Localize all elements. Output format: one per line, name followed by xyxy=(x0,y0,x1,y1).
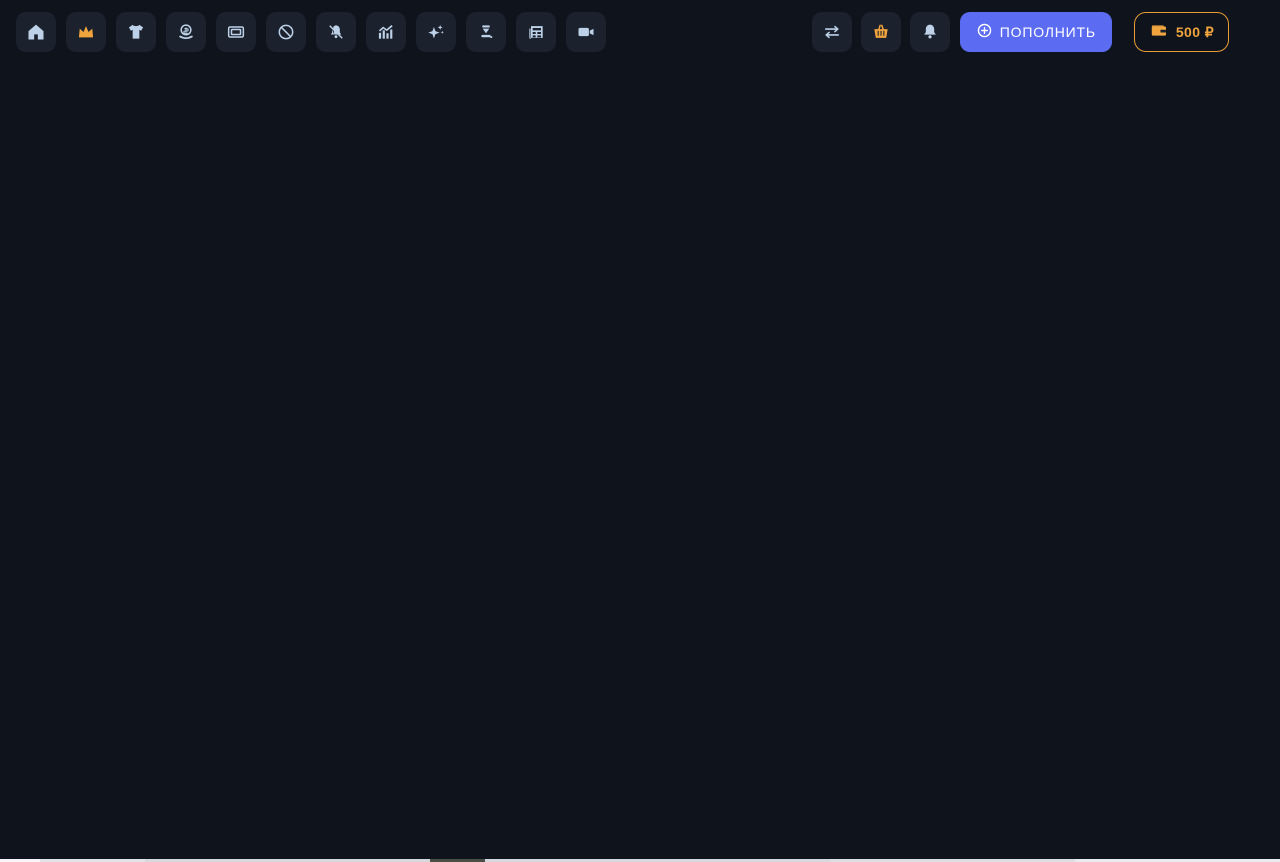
nav-home-button[interactable] xyxy=(16,12,56,52)
nav-block-button[interactable] xyxy=(266,12,306,52)
transfer-button[interactable] xyxy=(811,12,852,52)
chart-icon xyxy=(376,22,396,42)
nav-stats-button[interactable] xyxy=(366,12,406,52)
video-camera-icon xyxy=(576,22,596,42)
crown-icon xyxy=(76,22,96,42)
wallet-icon xyxy=(1149,21,1168,43)
sparkles-icon xyxy=(426,22,446,42)
home-icon xyxy=(26,22,46,42)
nav-premium-button[interactable] xyxy=(66,12,106,52)
shirt-icon xyxy=(126,22,146,42)
basket-button[interactable] xyxy=(860,12,901,52)
nav-icon-group xyxy=(16,12,606,52)
nav-frame-button[interactable] xyxy=(216,12,256,52)
bell-slash-icon xyxy=(326,22,346,42)
action-group: ПОПОЛНИТЬ 500 ₽ xyxy=(811,12,1264,52)
top-toolbar: ПОПОЛНИТЬ 500 ₽ xyxy=(0,0,1280,56)
nav-donate-button[interactable] xyxy=(166,12,206,52)
nav-queue-button[interactable] xyxy=(466,12,506,52)
nav-news-button[interactable] xyxy=(516,12,556,52)
plus-circle-icon xyxy=(976,22,993,42)
frame-icon xyxy=(226,22,246,42)
nav-effects-button[interactable] xyxy=(416,12,456,52)
balance-label: 500 ₽ xyxy=(1175,23,1214,40)
coin-stand-icon xyxy=(176,22,196,42)
topup-button[interactable]: ПОПОЛНИТЬ xyxy=(959,12,1112,52)
transfer-arrows-icon xyxy=(822,22,842,42)
ban-icon xyxy=(276,22,296,42)
empty-content-area xyxy=(0,56,1280,859)
bell-icon xyxy=(920,22,940,42)
topup-label: ПОПОЛНИТЬ xyxy=(999,24,1096,40)
basket-icon xyxy=(871,22,891,42)
notifications-button[interactable] xyxy=(909,12,950,52)
balance-button[interactable]: 500 ₽ xyxy=(1133,12,1229,52)
nav-wardrobe-button[interactable] xyxy=(116,12,156,52)
nav-video-button[interactable] xyxy=(566,12,606,52)
nav-mute-button[interactable] xyxy=(316,12,356,52)
newspaper-icon xyxy=(526,22,546,42)
hourglass-icon xyxy=(476,22,496,42)
